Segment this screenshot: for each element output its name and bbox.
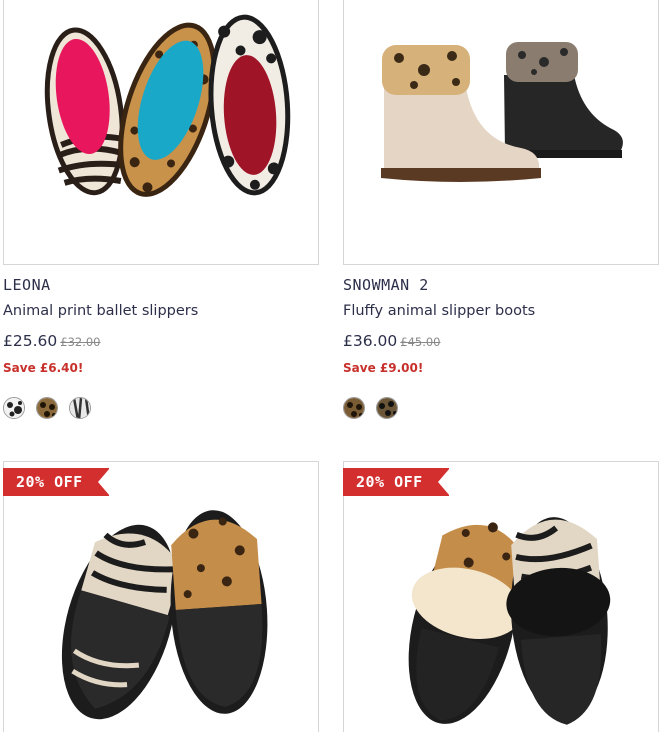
swatch-leopard-print[interactable]: [343, 397, 365, 419]
current-price: £36.00: [343, 332, 398, 350]
product-description: Fluffy animal slipper boots: [343, 303, 536, 319]
swatch-leopard-print-dark[interactable]: [376, 397, 398, 419]
product-description: Animal print ballet slippers: [3, 303, 199, 319]
product-name[interactable]: LEONA: [3, 276, 51, 294]
discount-badge-label: 20% OFF: [16, 473, 83, 491]
product-card-snowman-2[interactable]: SNOWMAN 2 Fluffy animal slipper boots £3…: [343, 0, 659, 419]
swatch-dalmatian-print[interactable]: [3, 397, 25, 419]
swatch-leopard-print[interactable]: [36, 397, 58, 419]
product-image-3[interactable]: [3, 461, 319, 732]
product-price: £36.00 £45.00: [343, 332, 441, 350]
discount-badge: 20% OFF: [3, 468, 110, 496]
was-price: £32.00: [60, 335, 101, 349]
current-price: £25.60: [3, 332, 58, 350]
color-swatches: [3, 397, 91, 419]
product-card-3[interactable]: 20% OFF: [3, 461, 319, 732]
saving-label: Save £9.00!: [343, 361, 424, 375]
product-name[interactable]: SNOWMAN 2: [343, 276, 429, 294]
swatch-zebra-print[interactable]: [69, 397, 91, 419]
discount-badge-label: 20% OFF: [356, 473, 423, 491]
saving-label: Save £6.40!: [3, 361, 84, 375]
product-card-4[interactable]: 20% OFF: [343, 461, 659, 732]
was-price: £45.00: [400, 335, 441, 349]
color-swatches: [343, 397, 398, 419]
product-image-snowman-2[interactable]: [343, 0, 659, 265]
product-card-leona[interactable]: LEONA Animal print ballet slippers £25.6…: [3, 0, 319, 419]
product-image-leona[interactable]: [3, 0, 319, 265]
product-image-4[interactable]: [343, 461, 659, 732]
product-price: £25.60 £32.00: [3, 332, 101, 350]
discount-badge: 20% OFF: [343, 468, 450, 496]
